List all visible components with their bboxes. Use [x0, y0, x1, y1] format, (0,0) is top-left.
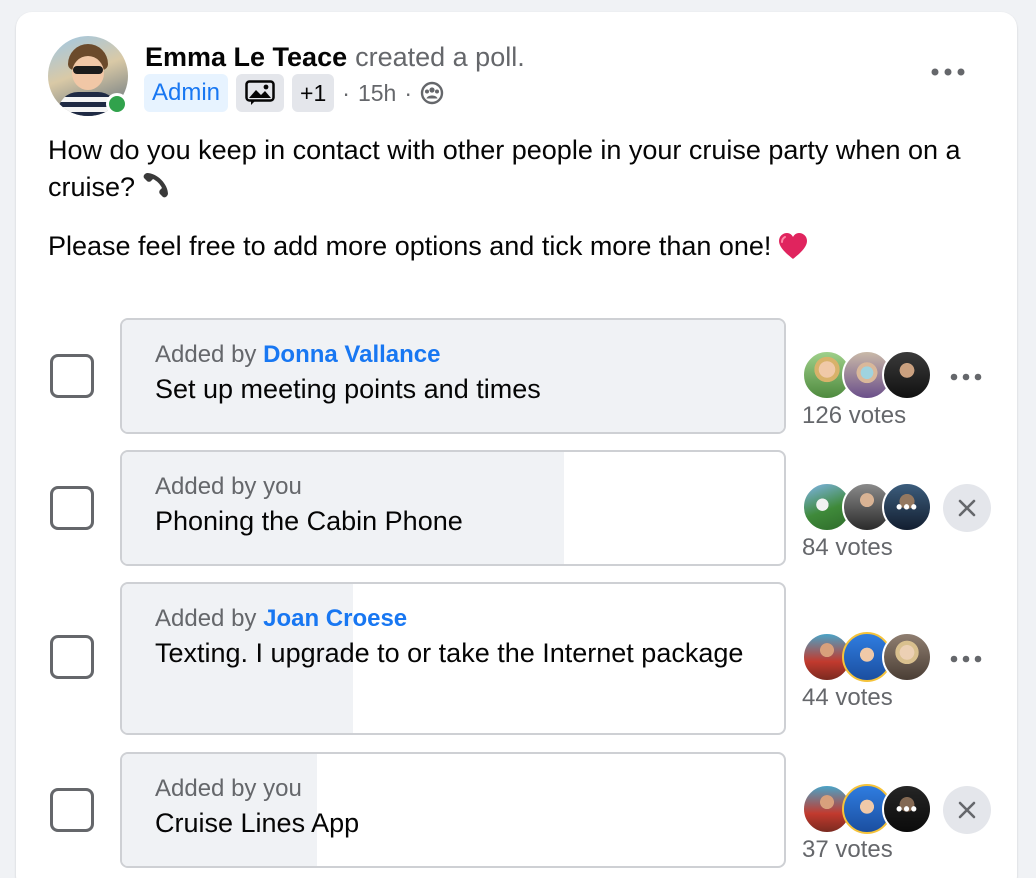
voter-avatar: •••	[882, 482, 932, 532]
added-by-name-link[interactable]: Joan Croese	[263, 605, 407, 632]
added-by-prefix: Added by	[155, 473, 257, 500]
option-added-by: Added by you	[155, 774, 764, 804]
option-added-by: Added by you	[155, 472, 764, 502]
poll-option-text: Cruise Lines App	[155, 808, 360, 838]
more-badges-button[interactable]: +1	[292, 74, 335, 112]
visual-storyteller-badge[interactable]	[236, 74, 285, 112]
post-question-text: How do you keep in contact with other pe…	[48, 135, 961, 202]
added-by-prefix: Added by	[155, 341, 257, 368]
post-instructions-text: Please feel free to add more options and…	[48, 231, 772, 261]
option-more-button[interactable]	[940, 362, 992, 392]
poll-option[interactable]: Added by you Cruise Lines App	[120, 752, 786, 868]
added-by-prefix: Added by	[155, 605, 257, 632]
post-timestamp[interactable]: 15h	[358, 80, 396, 107]
remove-option-button[interactable]	[943, 786, 991, 834]
more-horizontal-icon	[931, 68, 965, 76]
more-voters-overlay: •••	[884, 484, 930, 530]
voter-avatars[interactable]: •••	[802, 784, 932, 834]
option-more-button[interactable]	[940, 644, 992, 674]
added-by-prefix: Added by	[155, 775, 257, 802]
post-question: How do you keep in contact with other pe…	[48, 132, 978, 210]
more-horizontal-icon	[950, 373, 982, 381]
post-action-text: created a poll.	[355, 42, 525, 72]
option-added-by: Added by Joan Croese	[155, 604, 764, 634]
more-voters-overlay: •••	[884, 786, 930, 832]
poll-option-checkbox[interactable]	[50, 788, 94, 832]
voter-avatars[interactable]	[802, 350, 932, 400]
vote-count[interactable]: 84 votes	[802, 534, 893, 562]
meta-separator: ·	[342, 79, 350, 106]
meta-separator-2: ·	[404, 79, 412, 106]
poll-option[interactable]: Added by Donna Vallance Set up meeting p…	[120, 318, 786, 434]
telephone-receiver-icon	[141, 170, 171, 210]
poll-option-checkbox[interactable]	[50, 635, 94, 679]
poll-option-checkbox[interactable]	[50, 354, 94, 398]
close-icon	[958, 801, 976, 819]
voter-avatars[interactable]	[802, 632, 932, 682]
photo-badge-icon	[245, 80, 275, 105]
author-name[interactable]: Emma Le Teace	[145, 42, 347, 72]
option-added-by: Added by Donna Vallance	[155, 340, 764, 370]
post-meta: Admin +1 · 15h ·	[144, 74, 444, 112]
poll-option[interactable]: Added by Joan Croese Texting. I upgrade …	[120, 582, 786, 735]
added-by-name: you	[263, 775, 302, 802]
added-by-name-link[interactable]: Donna Vallance	[263, 341, 440, 368]
post-instructions: Please feel free to add more options and…	[48, 228, 978, 271]
poll-option-text: Set up meeting points and times	[155, 374, 541, 404]
poll-option[interactable]: Added by you Phoning the Cabin Phone	[120, 450, 786, 566]
voter-avatar	[882, 350, 932, 400]
voter-avatar: •••	[882, 784, 932, 834]
poll-option-checkbox[interactable]	[50, 486, 94, 530]
voter-avatar	[882, 632, 932, 682]
vote-count[interactable]: 126 votes	[802, 402, 906, 430]
online-status-indicator	[106, 93, 128, 115]
more-horizontal-icon	[950, 655, 982, 663]
poll-post-card: Emma Le Teace created a poll. Admin +1 · …	[16, 12, 1017, 878]
red-heart-icon	[777, 231, 809, 271]
voter-avatars[interactable]: •••	[802, 482, 932, 532]
vote-count[interactable]: 44 votes	[802, 684, 893, 712]
remove-option-button[interactable]	[943, 484, 991, 532]
post-options-button[interactable]	[920, 57, 976, 87]
added-by-name: you	[263, 473, 302, 500]
group-members-icon[interactable]	[420, 81, 444, 105]
post-header-line: Emma Le Teace created a poll.	[145, 41, 525, 73]
poll-option-text: Phoning the Cabin Phone	[155, 506, 463, 536]
admin-badge[interactable]: Admin	[144, 74, 229, 112]
vote-count[interactable]: 37 votes	[802, 836, 893, 864]
poll-option-text: Texting. I upgrade to or take the Intern…	[155, 638, 744, 668]
post-body: How do you keep in contact with other pe…	[48, 132, 978, 271]
close-icon	[958, 499, 976, 517]
